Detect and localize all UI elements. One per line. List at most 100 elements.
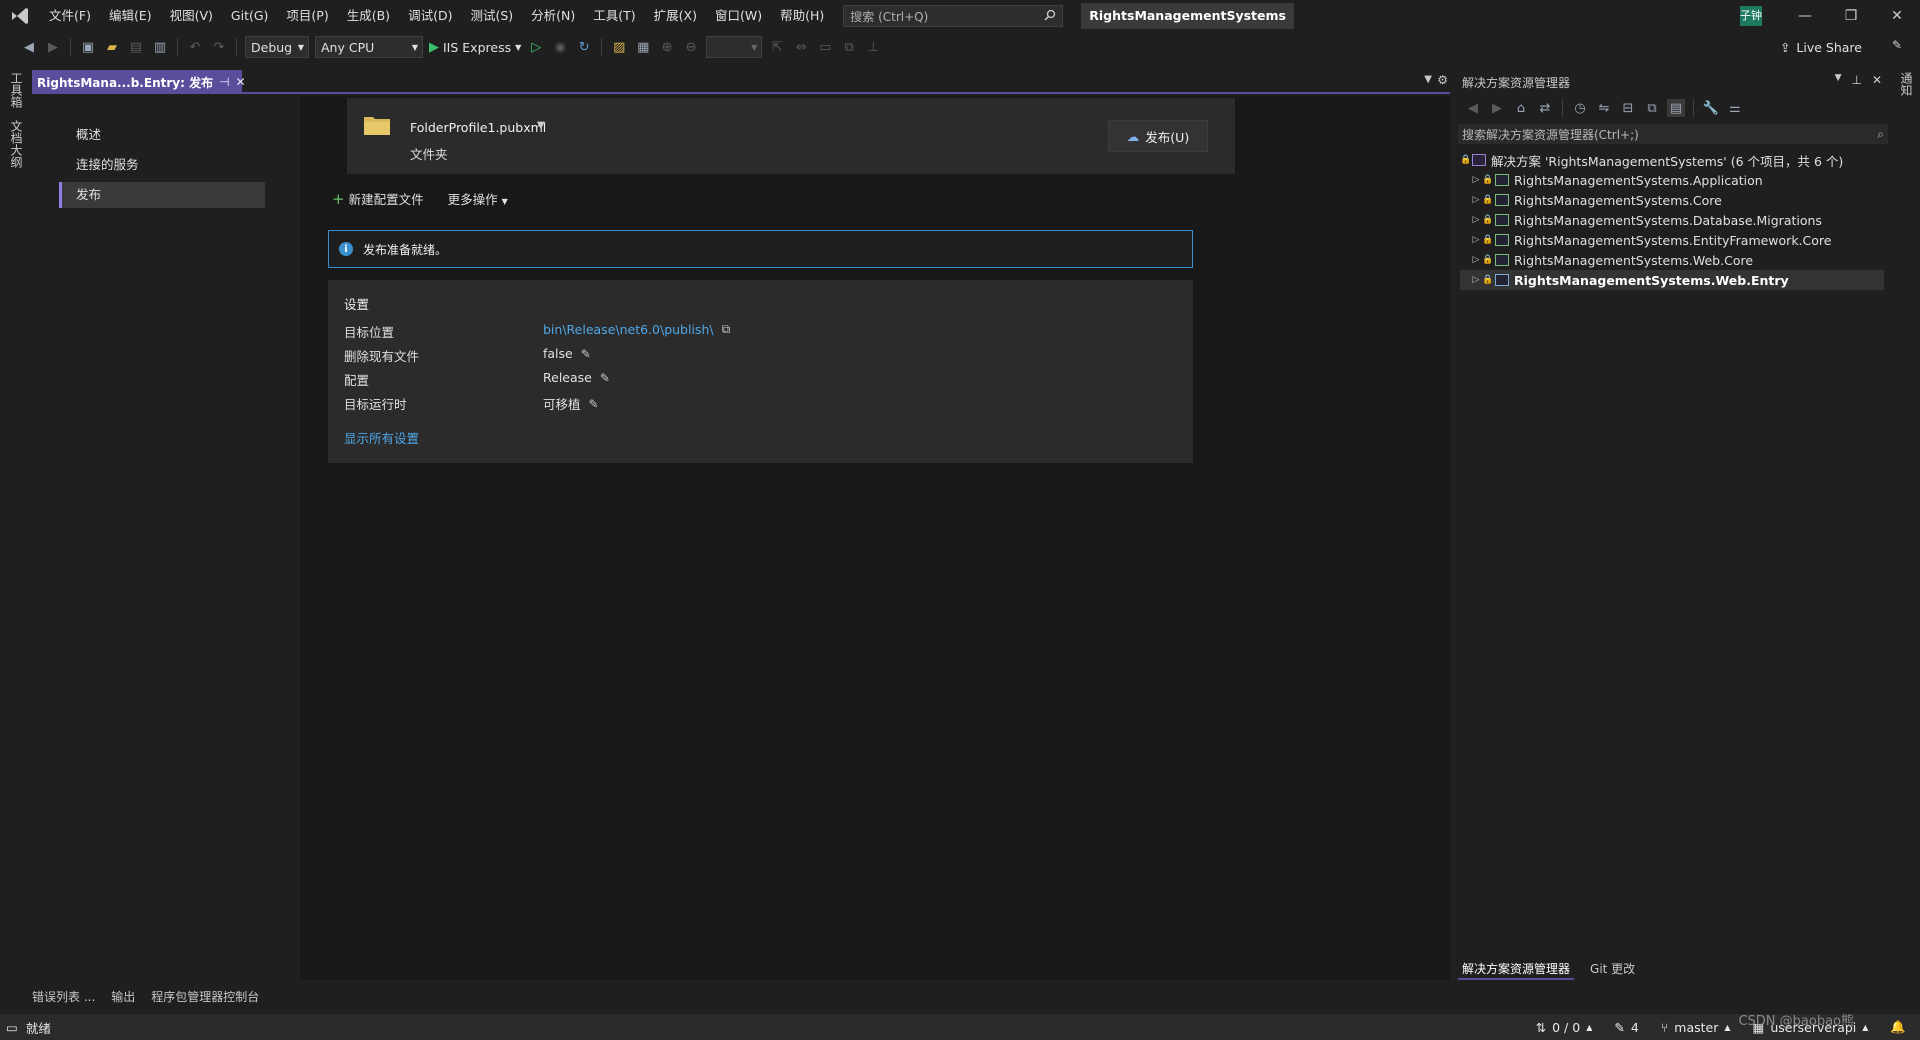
- search-input[interactable]: 搜索 (Ctrl+Q): [843, 5, 1064, 27]
- notifications-tab[interactable]: 通知: [1898, 72, 1915, 96]
- publish-button[interactable]: ☁ 发布(U): [1108, 120, 1208, 152]
- menu-git[interactable]: Git(G): [222, 0, 278, 32]
- menu-build[interactable]: 生成(B): [338, 0, 399, 32]
- pencil-icon[interactable]: ✎: [600, 371, 610, 385]
- chevron-down-icon[interactable]: ▼: [1835, 73, 1842, 87]
- tab-output[interactable]: 输出: [109, 988, 137, 1005]
- copy-icon[interactable]: ⧉: [722, 322, 731, 337]
- home-icon[interactable]: ⌂: [1512, 99, 1530, 117]
- project-node[interactable]: ▷ 🔒 RightsManagementSystems.Application: [1460, 170, 1884, 190]
- layout-icon[interactable]: ▦: [634, 38, 652, 56]
- feedback-icon[interactable]: ✎: [1892, 38, 1902, 52]
- save-all-icon[interactable]: ▥: [151, 38, 169, 56]
- attach-icon[interactable]: ◉: [551, 38, 569, 56]
- undo-icon[interactable]: ↶: [186, 38, 204, 56]
- save-icon[interactable]: ▤: [127, 38, 145, 56]
- align-icon[interactable]: ⇔: [792, 38, 810, 56]
- window-icon[interactable]: ▭: [816, 38, 834, 56]
- forward-icon[interactable]: ▶: [1488, 99, 1506, 117]
- expand-arrow-icon[interactable]: ▷: [1470, 195, 1482, 205]
- switch-views-icon[interactable]: ⇄: [1536, 99, 1554, 117]
- start-without-debugging-icon[interactable]: ▷: [527, 38, 545, 56]
- back-icon[interactable]: ◀: [1464, 99, 1482, 117]
- new-profile-button[interactable]: + 新建配置文件: [332, 189, 424, 208]
- nav-overview[interactable]: 概述: [59, 122, 265, 148]
- back-icon[interactable]: ◀: [20, 38, 38, 56]
- chevron-down-icon[interactable]: ▼: [537, 120, 545, 131]
- profile-name[interactable]: FolderProfile1.pubxml: [410, 120, 546, 135]
- properties-icon[interactable]: 🔧: [1702, 99, 1720, 117]
- sync-icon[interactable]: ⇋: [1595, 99, 1613, 117]
- run-button[interactable]: ▶ IIS Express ▼: [429, 40, 521, 55]
- project-node[interactable]: ▷ 🔒 RightsManagementSystems.EntityFramew…: [1460, 230, 1884, 250]
- branch-status[interactable]: ⑂ master ▲: [1661, 1020, 1731, 1035]
- toolbox-tab[interactable]: 工具箱: [8, 72, 25, 108]
- menu-extensions[interactable]: 扩展(X): [645, 0, 706, 32]
- platform-select[interactable]: Any CPU ▼: [315, 36, 423, 58]
- format-icon[interactable]: ⇱: [768, 38, 786, 56]
- zoom-in-icon[interactable]: ⊕: [658, 38, 676, 56]
- nav-publish[interactable]: 发布: [59, 182, 265, 208]
- menu-view[interactable]: 视图(V): [161, 0, 222, 32]
- more-actions-button[interactable]: 更多操作 ▼: [448, 189, 508, 208]
- show-all-files-icon[interactable]: ⧉: [1643, 99, 1661, 117]
- collapse-all-icon[interactable]: ⊟: [1619, 99, 1637, 117]
- project-node[interactable]: ▷ 🔒 RightsManagementSystems.Core: [1460, 190, 1884, 210]
- sync-status[interactable]: ⇅ 0 / 0 ▲: [1536, 1020, 1593, 1035]
- user-avatar[interactable]: 子钟: [1740, 6, 1762, 26]
- project-node[interactable]: ▷ 🔒 RightsManagementSystems.Database.Mig…: [1460, 210, 1884, 230]
- menu-help[interactable]: 帮助(H): [771, 0, 833, 32]
- document-outline-tab[interactable]: 文档大纲: [8, 120, 25, 168]
- browse-folder-icon[interactable]: ▨: [610, 38, 628, 56]
- notification-bell-icon[interactable]: 🔔: [1890, 1019, 1906, 1035]
- nav-connected-services[interactable]: 连接的服务: [59, 152, 265, 178]
- refresh-icon[interactable]: ↻: [575, 38, 593, 56]
- expand-arrow-icon[interactable]: ▷: [1470, 255, 1482, 265]
- close-window-icon[interactable]: ✕: [1874, 0, 1920, 32]
- tab-publish[interactable]: RightsMana...b.Entry: 发布 ⊣ ✕: [32, 70, 246, 94]
- expand-arrow-icon[interactable]: ▷: [1470, 235, 1482, 245]
- gear-icon[interactable]: ⚙: [1437, 73, 1448, 87]
- pin-icon[interactable]: ⊥: [1851, 73, 1861, 87]
- tab-git-changes[interactable]: Git 更改: [1586, 960, 1639, 980]
- menu-window[interactable]: 窗口(W): [706, 0, 771, 32]
- restore-icon[interactable]: ❐: [1828, 0, 1874, 32]
- solution-node[interactable]: 🔒 解决方案 'RightsManagementSystems' (6 个项目，…: [1460, 150, 1884, 170]
- pin-icon[interactable]: ⊣: [219, 75, 229, 89]
- new-item-icon[interactable]: ▣: [79, 38, 97, 56]
- settings-icon[interactable]: ⚌: [1726, 99, 1744, 117]
- configuration-select[interactable]: Debug ▼: [245, 36, 309, 58]
- pencil-icon[interactable]: ✎: [589, 397, 599, 411]
- expand-arrow-icon[interactable]: ▷: [1470, 215, 1482, 225]
- menu-test[interactable]: 测试(S): [461, 0, 522, 32]
- close-panel-icon[interactable]: ✕: [1872, 73, 1882, 87]
- minimize-icon[interactable]: —: [1782, 0, 1828, 32]
- customize-icon[interactable]: ⊥: [864, 38, 882, 56]
- menu-project[interactable]: 项目(P): [277, 0, 337, 32]
- open-folder-icon[interactable]: ▰: [103, 38, 121, 56]
- redo-icon[interactable]: ↷: [210, 38, 228, 56]
- show-all-settings-link[interactable]: 显示所有设置: [344, 428, 419, 447]
- close-tab-icon[interactable]: ✕: [236, 75, 246, 89]
- preview-icon[interactable]: ▤: [1667, 99, 1685, 117]
- tab-solution-explorer[interactable]: 解决方案资源管理器: [1458, 960, 1575, 980]
- duplicate-icon[interactable]: ⧉: [840, 38, 858, 56]
- zoom-out-icon[interactable]: ⊖: [682, 38, 700, 56]
- tab-error-list[interactable]: 错误列表 ...: [30, 988, 97, 1005]
- solution-search-input[interactable]: 搜索解决方案资源管理器(Ctrl+;) ⌕: [1458, 124, 1888, 144]
- pending-changes-status[interactable]: ✎ 4: [1614, 1020, 1638, 1035]
- menu-analyze[interactable]: 分析(N): [522, 0, 584, 32]
- expand-arrow-icon[interactable]: ▷: [1470, 275, 1482, 285]
- tab-list-dropdown-icon[interactable]: ▼: [1424, 74, 1432, 85]
- expand-arrow-icon[interactable]: ▷: [1470, 175, 1482, 185]
- forward-icon[interactable]: ▶: [44, 38, 62, 56]
- menu-edit[interactable]: 编辑(E): [100, 0, 161, 32]
- menu-file[interactable]: 文件(F): [40, 0, 100, 32]
- target-location-link[interactable]: bin\Release\net6.0\publish\: [543, 322, 714, 337]
- project-node-selected[interactable]: ▷ 🔒 RightsManagementSystems.Web.Entry: [1460, 270, 1884, 290]
- menu-tools[interactable]: 工具(T): [584, 0, 644, 32]
- target-location-value[interactable]: bin\Release\net6.0\publish\ ⧉: [543, 322, 730, 337]
- pending-changes-icon[interactable]: ◷: [1571, 99, 1589, 117]
- menu-debug[interactable]: 调试(D): [399, 0, 461, 32]
- zoom-select[interactable]: ▼: [706, 36, 763, 58]
